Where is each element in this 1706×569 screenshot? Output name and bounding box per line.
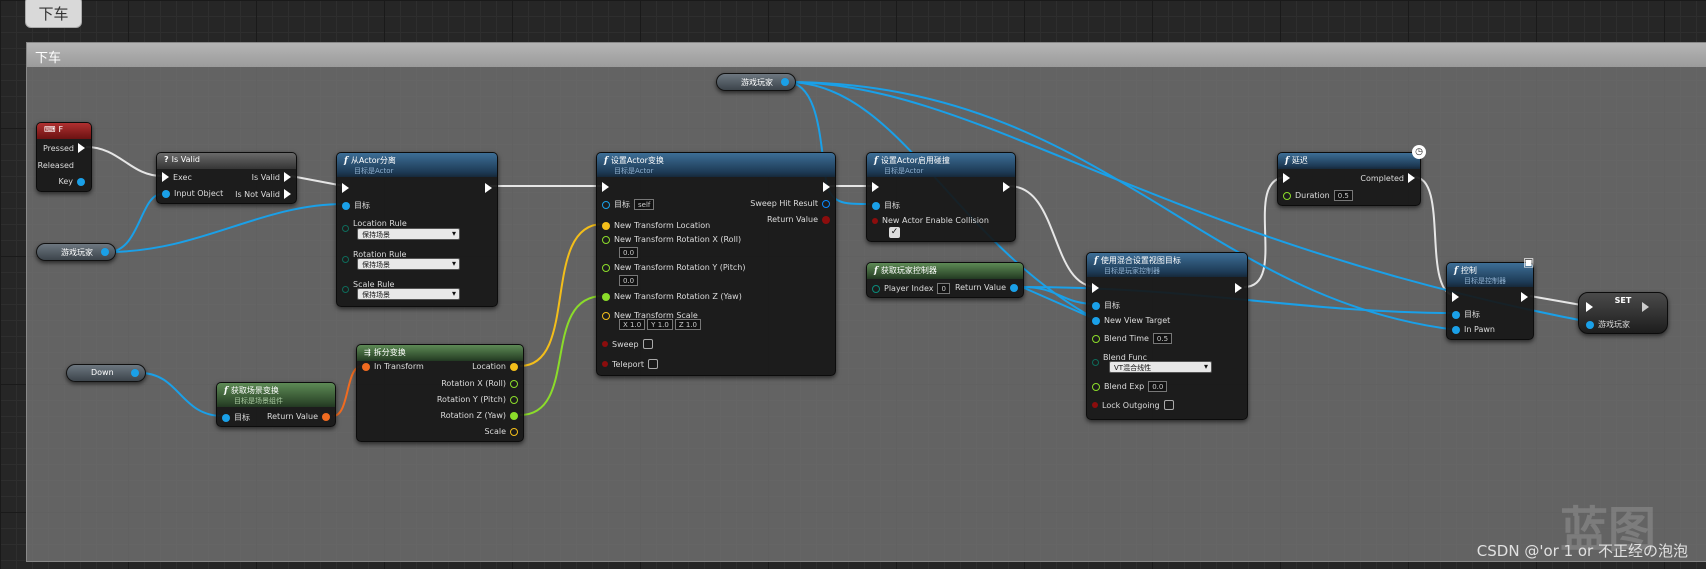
detach-from-actor-node[interactable]: f 从Actor分离 目标是Actor 目标 Location Rule 保持场景 …	[336, 152, 498, 307]
set-actor-collision-node[interactable]: f 设置Actor启用碰撞 目标是Actor 目标 New Actor Enable…	[866, 152, 1016, 242]
function-icon: f	[1094, 255, 1098, 266]
input-key-f-node[interactable]: ⌨ F Pressed Released Key	[36, 122, 92, 192]
pin-rotation-x[interactable]: New Transform Rotation X (Roll)	[602, 235, 741, 244]
get-down-variable[interactable]: Down	[66, 364, 146, 382]
pin-target[interactable]: 目标	[1452, 309, 1480, 320]
pin-exec-in[interactable]	[1586, 302, 1593, 312]
break-transform-node[interactable]: ⇶ 拆分变换 In Transform Location Rotation X (…	[356, 344, 524, 442]
pin-blend-time[interactable]: Blend Time 0.5	[1092, 333, 1173, 344]
pin-target[interactable]: 目标	[1092, 300, 1120, 311]
pin-exec-in[interactable]	[342, 183, 349, 193]
question-icon: ?	[164, 155, 169, 164]
teleport-checkbox[interactable]	[648, 359, 658, 369]
function-icon: f	[1285, 155, 1289, 166]
watermark-text: CSDN @'or 1 or 不正经の泡泡	[1476, 542, 1688, 560]
pin-target[interactable]: 目标	[872, 200, 900, 211]
function-icon: f	[344, 155, 348, 166]
set-view-target-with-blend-node[interactable]: f 使用混合设置视图目标 目标是玩家控制器 目标 New View Target B…	[1086, 252, 1248, 420]
pin-blend-exp[interactable]: Blend Exp 0.0	[1092, 381, 1168, 392]
get-player-variable-top[interactable]: 游戏玩家	[716, 73, 796, 91]
pin-return-value[interactable]: Return Value	[267, 412, 330, 421]
pin-exec-out[interactable]	[823, 182, 830, 192]
function-icon: f	[224, 385, 228, 396]
pin-exec-out[interactable]	[1642, 302, 1660, 312]
pin-exec-in[interactable]	[1283, 173, 1290, 183]
comment-header[interactable]: 下车	[27, 43, 1706, 67]
blend-func-dropdown[interactable]: VT混合线性	[1109, 361, 1212, 373]
scale-rule-dropdown[interactable]: 保持场景	[357, 288, 460, 300]
keyboard-icon: ⌨	[44, 125, 56, 134]
pin-scale[interactable]: Scale	[484, 427, 518, 436]
collision-checkbox-checked[interactable]: ✓	[889, 227, 900, 238]
pin-target[interactable]: 目标	[342, 200, 370, 211]
clock-icon: ◷	[1412, 145, 1426, 159]
get-world-transform-node[interactable]: f 获取场景变换 目标是场景组件 目标 Return Value	[216, 382, 336, 427]
pin-sweep-hit-result[interactable]: Sweep Hit Result	[750, 199, 830, 208]
pin-var-value[interactable]: 游戏玩家	[1586, 319, 1630, 330]
pin-rotation-y[interactable]: Rotation Y (Pitch)	[437, 395, 518, 404]
set-variable-node[interactable]: SET 游戏玩家	[1578, 292, 1668, 334]
pin-new-location[interactable]: New Transform Location	[602, 221, 710, 230]
pin-rotation-z[interactable]: New Transform Rotation Z (Yaw)	[602, 292, 742, 301]
pin-lock-outgoing[interactable]: Lock Outgoing	[1092, 400, 1174, 410]
function-icon: f	[874, 265, 878, 276]
pin-exec-out[interactable]	[1521, 292, 1528, 302]
get-player-variable-left[interactable]: 游戏玩家	[36, 243, 116, 261]
sweep-checkbox[interactable]	[642, 339, 653, 349]
pin-enable-collision[interactable]: New Actor Enable Collision	[872, 216, 989, 225]
delay-node[interactable]: f 延迟 ◷ Completed Duration 0.5	[1277, 145, 1426, 206]
network-authority-icon: ▣	[1523, 255, 1535, 269]
pin-is-not-valid[interactable]: Is Not Valid	[235, 189, 291, 199]
pin-exec-out[interactable]	[1003, 182, 1010, 192]
possess-node[interactable]: f 控制 目标是控制器 ▣ 目标 In Pawn	[1446, 255, 1534, 340]
pin-rotation-x[interactable]: Rotation X (Roll)	[441, 379, 518, 388]
pin-return-value[interactable]: Return Value	[955, 283, 1018, 292]
pin-duration[interactable]: Duration 0.5	[1283, 190, 1353, 201]
function-icon: f	[604, 155, 608, 166]
is-valid-node[interactable]: ? Is Valid Exec Input Object Is Valid Is …	[156, 152, 297, 204]
pin-key[interactable]: Key	[58, 177, 85, 186]
pin-return-value[interactable]: Return Value	[767, 215, 830, 224]
pin-sweep[interactable]: Sweep	[602, 339, 653, 349]
pin-input-object[interactable]: Input Object	[162, 189, 223, 198]
pin-exec-in[interactable]	[1452, 292, 1459, 302]
pin-new-view-target[interactable]: New View Target	[1092, 316, 1170, 325]
comment-bubble[interactable]: 下车	[25, 0, 82, 28]
pin-exec-out[interactable]	[485, 183, 492, 193]
pin-pressed[interactable]: Pressed	[43, 143, 85, 153]
pin-in-transform[interactable]: In Transform	[362, 362, 424, 371]
pin-target[interactable]: 目标	[222, 412, 250, 423]
rotation-x-value[interactable]: 0.0	[619, 247, 639, 258]
pin-in-pawn[interactable]: In Pawn	[1452, 325, 1495, 334]
pin-teleport[interactable]: Teleport	[602, 359, 658, 369]
pin-released[interactable]: Released	[38, 160, 85, 170]
pin-exec-in[interactable]	[1092, 283, 1099, 293]
scale-fields[interactable]: X 1.0 Y 1.0 Z 1.0	[619, 319, 701, 330]
location-rule-dropdown[interactable]: 保持场景	[357, 228, 460, 240]
pin-location[interactable]: Location	[472, 362, 518, 371]
pin-rotation-z[interactable]: Rotation Z (Yaw)	[441, 411, 518, 420]
pin-is-valid[interactable]: Is Valid	[252, 172, 291, 182]
pin-exec-out[interactable]	[1235, 283, 1242, 293]
blueprint-graph-canvas[interactable]: 下车 下车 ⌨ F Pressed Released Key ? Is Valid …	[0, 0, 1706, 569]
set-actor-transform-node[interactable]: f 设置Actor变换 目标是Actor 目标 self Sweep Hit Resu…	[596, 152, 836, 376]
pin-target[interactable]: 目标 self	[602, 199, 655, 210]
rotation-y-value[interactable]: 0.0	[619, 275, 639, 286]
function-icon: f	[874, 155, 878, 166]
rotation-rule-dropdown[interactable]: 保持场景	[357, 258, 460, 270]
pin-rotation-y[interactable]: New Transform Rotation Y (Pitch)	[602, 263, 745, 272]
pin-exec-in[interactable]	[602, 182, 609, 192]
pin-completed[interactable]: Completed	[1360, 173, 1415, 183]
get-player-controller-node[interactable]: f 获取玩家控制器 Player Index 0 Return Value	[866, 262, 1024, 298]
break-icon: ⇶	[364, 348, 371, 357]
pin-exec-in[interactable]	[872, 182, 879, 192]
pin-exec-in[interactable]: Exec	[162, 172, 192, 182]
function-icon: f	[1454, 265, 1458, 276]
lock-outgoing-checkbox[interactable]	[1163, 400, 1174, 410]
pin-player-index[interactable]: Player Index 0	[872, 283, 950, 294]
